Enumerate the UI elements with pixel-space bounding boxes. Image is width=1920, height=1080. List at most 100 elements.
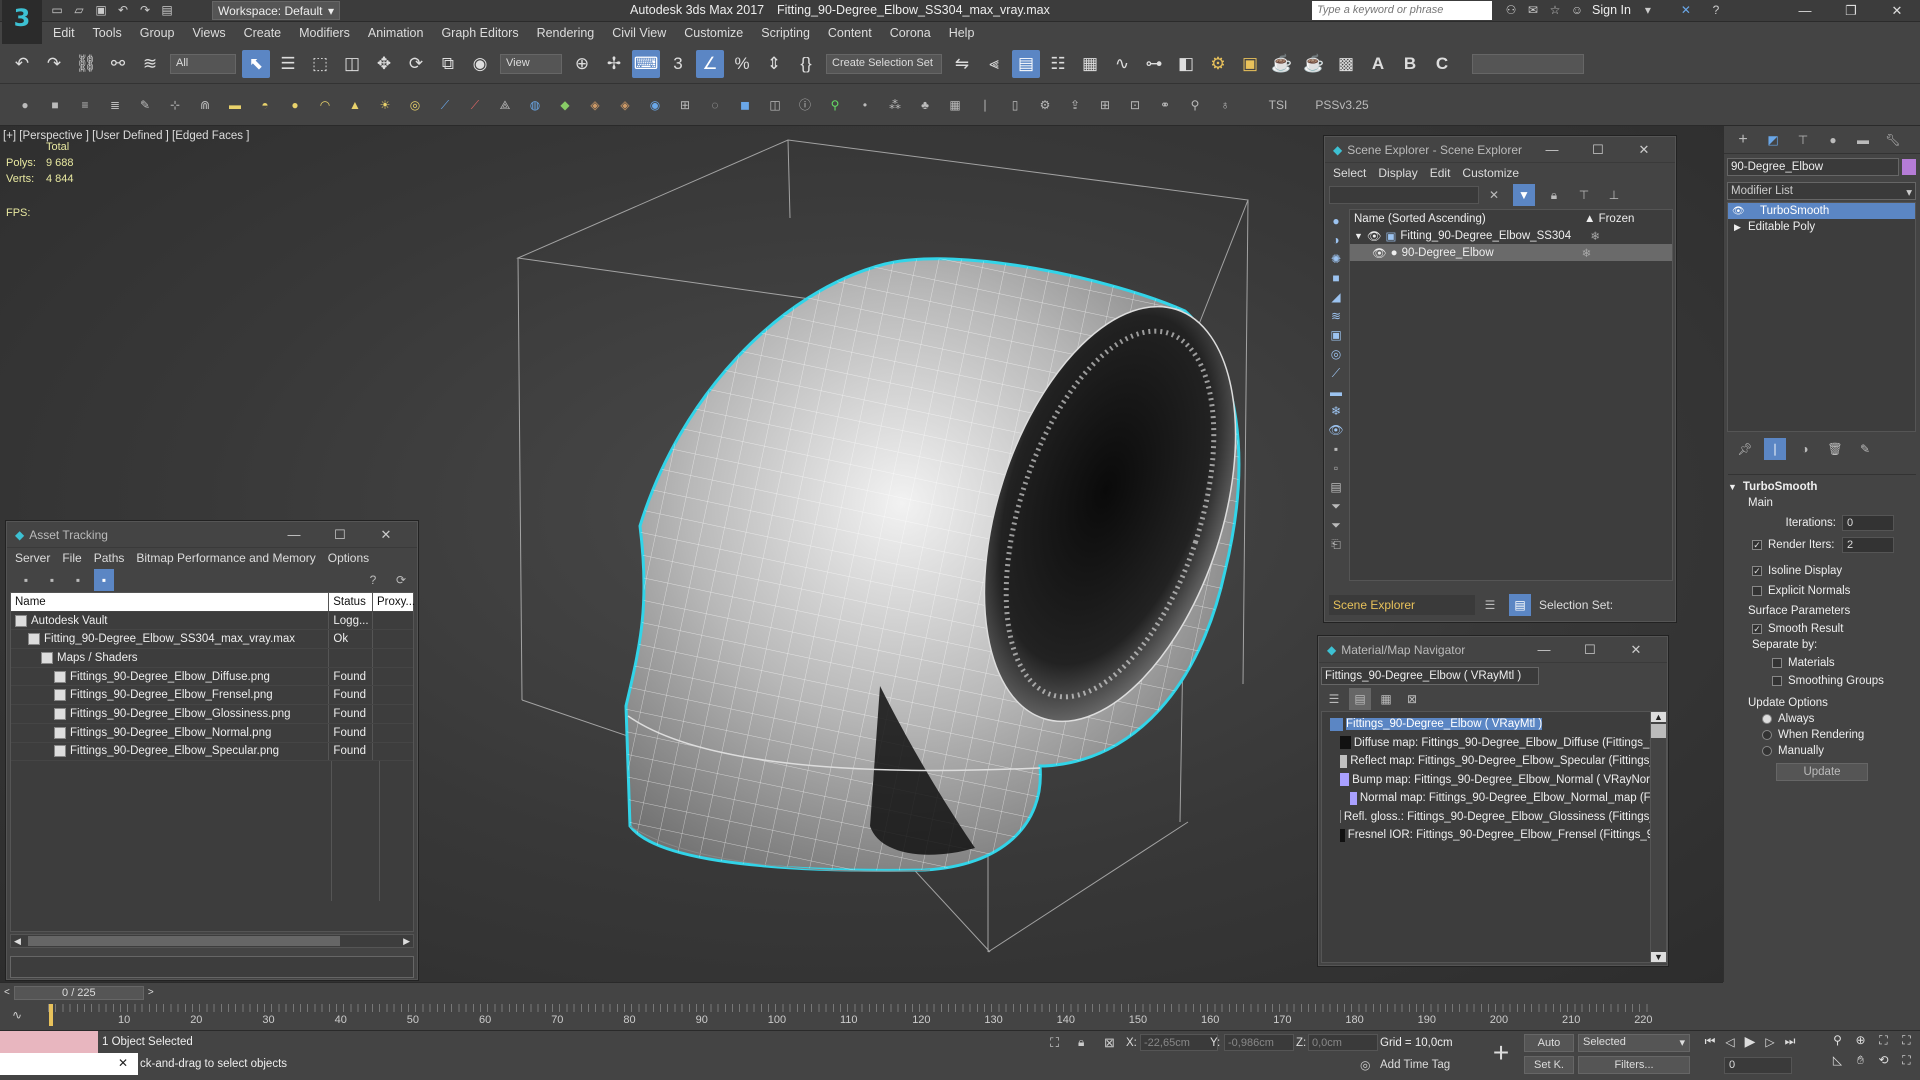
light-plane-icon[interactable]: ▬ bbox=[224, 94, 246, 116]
select-manipulate-icon[interactable]: ✢ bbox=[600, 50, 628, 78]
filter-cameras-icon[interactable]: ■ bbox=[1325, 267, 1347, 285]
show-end-result-icon[interactable]: ∣ bbox=[1764, 438, 1786, 460]
light-dome-icon[interactable]: ◓ bbox=[254, 94, 276, 116]
maximize-icon[interactable]: ☐ bbox=[1575, 142, 1621, 158]
menu-edit[interactable]: Edit bbox=[44, 22, 84, 44]
app-logo-icon[interactable]: 3 bbox=[2, 0, 42, 44]
minimize-icon[interactable]: — bbox=[271, 527, 317, 543]
material-map-row[interactable]: Normal map: Fittings_90-Degree_Elbow_Nor… bbox=[1328, 789, 1666, 808]
menu-display[interactable]: Display bbox=[1372, 166, 1423, 180]
material-map-row[interactable]: Fresnel IOR: Fittings_90-Degree_Elbow_Fr… bbox=[1328, 826, 1666, 845]
frame-buffer-icon[interactable]: ◉ bbox=[644, 94, 666, 116]
render-production-icon[interactable]: ☕ bbox=[1268, 50, 1296, 78]
snap-icon[interactable]: ⊡ bbox=[1124, 94, 1146, 116]
spinner-snap-icon[interactable]: ⇕ bbox=[760, 50, 788, 78]
list-icon[interactable]: ≡ bbox=[74, 94, 96, 116]
plane-icon[interactable]: ⟁ bbox=[494, 94, 516, 116]
menu-select[interactable]: Select bbox=[1327, 166, 1372, 180]
line-icon[interactable]: ∣ bbox=[974, 94, 996, 116]
reference-coordinate-dropdown[interactable]: View bbox=[500, 53, 562, 74]
view-large-icons-icon[interactable]: ⊠ bbox=[1401, 688, 1423, 710]
undo-icon[interactable]: ↶ bbox=[8, 50, 36, 78]
prev-frame-icon[interactable]: < bbox=[0, 987, 14, 998]
rotate-icon[interactable]: ⟳ bbox=[402, 50, 430, 78]
close-icon[interactable]: ✕ bbox=[1874, 0, 1920, 22]
isolate-selection-icon[interactable]: ⛶ bbox=[1050, 1035, 1059, 1051]
current-material-field[interactable]: Fittings_90-Degree_Elbow ( VRayMtl ) bbox=[1321, 667, 1539, 685]
camera-icon[interactable]: ◼ bbox=[734, 94, 756, 116]
go-to-start-icon[interactable]: ⏮ bbox=[1700, 1034, 1720, 1049]
restore-icon[interactable]: ❐ bbox=[1828, 0, 1874, 22]
search-input[interactable]: Type a keyword or phrase bbox=[1312, 1, 1492, 20]
menu-edit[interactable]: Edit bbox=[1424, 166, 1457, 180]
modifier-eye-icon[interactable]: 👁︎ bbox=[1732, 206, 1746, 217]
scene-explorer-name-field[interactable]: Scene Explorer bbox=[1329, 595, 1475, 615]
scale-icon[interactable]: ⧉ bbox=[434, 50, 462, 78]
menu-corona[interactable]: Corona bbox=[881, 22, 940, 44]
menu-customize[interactable]: Customize bbox=[1456, 166, 1525, 180]
hierarchy-icon[interactable]: ⊤ bbox=[1573, 184, 1595, 206]
viewport-label[interactable]: [+] [Perspective ] [User Defined ] [Edge… bbox=[3, 130, 249, 142]
current-frame-field[interactable]: 0 bbox=[1724, 1057, 1792, 1074]
magnet-icon[interactable]: ⋒ bbox=[194, 94, 216, 116]
iterations-spinner[interactable]: 0 bbox=[1842, 515, 1894, 531]
asset-hscrollbar[interactable]: ◀ ▶ bbox=[10, 934, 414, 948]
clear-search-icon[interactable]: ✕ bbox=[1483, 184, 1505, 206]
pivot-center-icon[interactable]: ⊕ bbox=[568, 50, 596, 78]
pin-icon[interactable]: ⚲ bbox=[824, 94, 846, 116]
when-rendering-radio[interactable] bbox=[1762, 730, 1772, 740]
light-ies-icon[interactable]: ▲ bbox=[344, 94, 366, 116]
filter-tray-icon[interactable]: ⎗ bbox=[1325, 533, 1347, 551]
time-tag-icon[interactable]: ◎ bbox=[1360, 1058, 1370, 1072]
unlink-icon[interactable]: ⚯ bbox=[104, 50, 132, 78]
material-map-row[interactable]: Reflect map: Fittings_90-Degree_Elbow_Sp… bbox=[1328, 752, 1666, 771]
pivot-icon[interactable]: ⊹ bbox=[164, 94, 186, 116]
menu-civil-view[interactable]: Civil View bbox=[603, 22, 675, 44]
text-tool-a-icon[interactable]: A bbox=[1364, 50, 1392, 78]
next-frame-icon[interactable]: > bbox=[144, 987, 158, 998]
decal-icon[interactable]: ◈ bbox=[584, 94, 606, 116]
text-tool-c-icon[interactable]: C bbox=[1428, 50, 1456, 78]
minimize-icon[interactable]: — bbox=[1782, 0, 1828, 22]
menu-tools[interactable]: Tools bbox=[84, 22, 131, 44]
go-to-end-icon[interactable]: ⏭ bbox=[1780, 1034, 1800, 1049]
scene-explorer-header[interactable]: ◆ Scene Explorer - Scene Explorer — ☐ ✕ bbox=[1325, 137, 1675, 163]
manually-row[interactable]: Manually bbox=[1762, 745, 1916, 757]
angle-snap-icon[interactable]: ∠ bbox=[696, 49, 724, 78]
asset-tool-2-icon[interactable]: ▪ bbox=[42, 569, 62, 591]
rollout-header[interactable]: ▼ TurboSmooth bbox=[1728, 479, 1916, 495]
material-map-row[interactable]: Diffuse map: Fittings_90-Degree_Elbow_Di… bbox=[1328, 734, 1666, 753]
isoline-row[interactable]: ✓ Isoline Display bbox=[1752, 565, 1916, 577]
menu-file[interactable]: File bbox=[56, 551, 87, 565]
time-slider-thumb[interactable]: 0 / 225 bbox=[13, 985, 144, 1000]
table-icon[interactable]: ▦ bbox=[944, 94, 966, 116]
schematic-view-icon[interactable]: ⊶ bbox=[1140, 50, 1168, 78]
light-mesh-icon[interactable]: ◠ bbox=[314, 94, 336, 116]
layers-icon[interactable]: ≣ bbox=[104, 94, 126, 116]
modify-tab-icon[interactable]: ◩ bbox=[1762, 129, 1784, 151]
menu-views[interactable]: Views bbox=[183, 22, 234, 44]
menu-animation[interactable]: Animation bbox=[359, 22, 433, 44]
y-coordinate-field[interactable]: -0,986cm bbox=[1224, 1034, 1294, 1051]
zoom-icon[interactable]: ⚲ bbox=[1826, 1033, 1849, 1053]
object-props-icon[interactable]: ⊞ bbox=[674, 94, 696, 116]
asset-path-field[interactable] bbox=[10, 956, 414, 978]
material-editor-icon[interactable]: ◧ bbox=[1172, 50, 1200, 78]
render-in-cloud-icon[interactable]: ▩ bbox=[1332, 50, 1360, 78]
project-folder-icon[interactable]: ▤ bbox=[158, 2, 176, 18]
filter-containers-icon[interactable]: ▬ bbox=[1325, 381, 1347, 399]
user-icon[interactable]: ☺ bbox=[1568, 2, 1586, 18]
filter-geometry-icon[interactable]: ● bbox=[1325, 210, 1347, 228]
smoothing-groups-row[interactable]: Smoothing Groups bbox=[1772, 675, 1916, 687]
asset-tool-3-icon[interactable]: ▪ bbox=[68, 569, 88, 591]
maximize-icon[interactable]: ☐ bbox=[1567, 642, 1613, 658]
filter-bones-icon[interactable]: ⟋ bbox=[1325, 362, 1347, 380]
add-time-tag[interactable]: Add Time Tag bbox=[1380, 1059, 1450, 1071]
menu-help[interactable]: Help bbox=[940, 22, 984, 44]
minimize-icon[interactable]: — bbox=[1529, 142, 1575, 158]
place-icon[interactable]: ◉ bbox=[466, 50, 494, 78]
light-sphere-icon[interactable]: ● bbox=[284, 94, 306, 116]
table-row[interactable]: Fitting_90-Degree_Elbow_SS304_max_vray.m… bbox=[11, 630, 413, 650]
visibility-eye-icon[interactable]: 👁︎ bbox=[1372, 246, 1387, 260]
scene-converter-icon[interactable]: ◌ bbox=[704, 94, 726, 116]
